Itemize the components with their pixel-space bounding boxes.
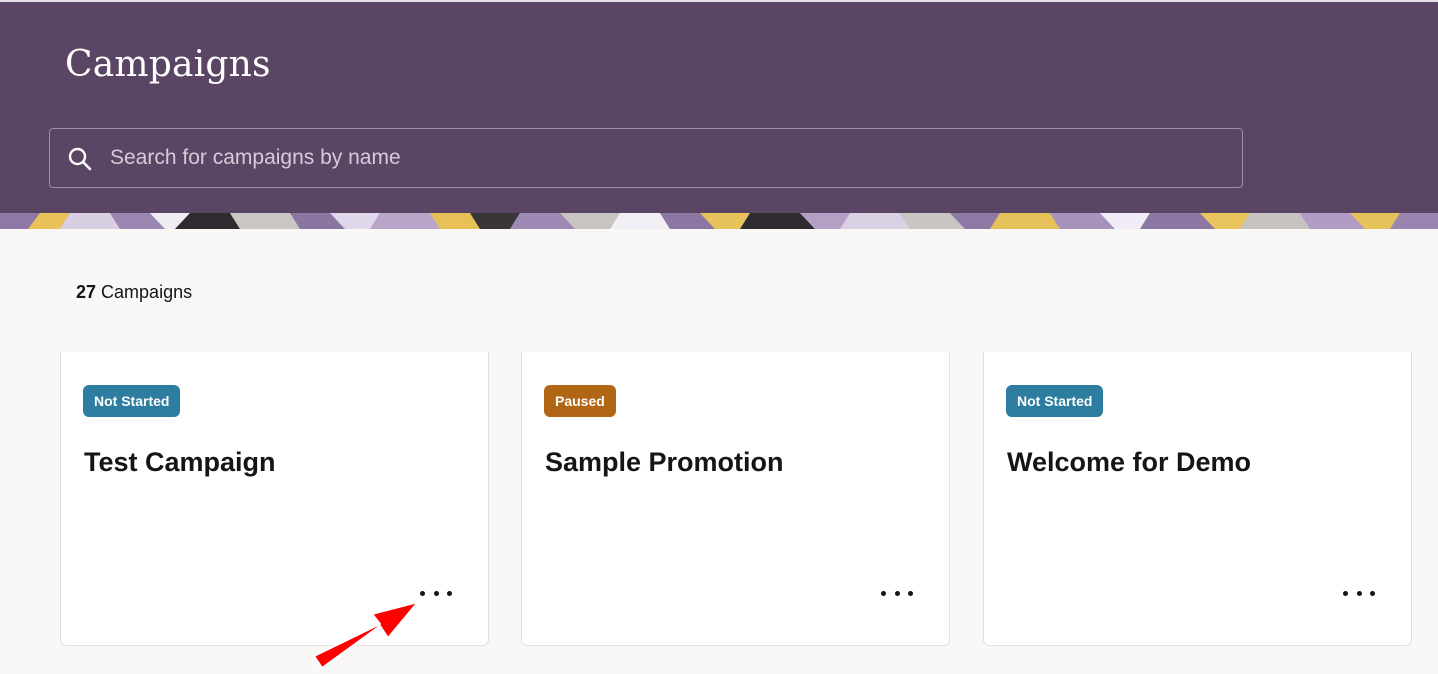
status-badge: Paused [544,385,616,417]
campaign-card[interactable]: Not Started Welcome for Demo [983,352,1412,646]
decorative-banner [0,213,1438,229]
ellipsis-icon [447,590,452,596]
ellipsis-icon [881,590,886,596]
campaign-title[interactable]: Sample Promotion [545,447,784,478]
ellipsis-icon [894,590,900,596]
search-input[interactable] [108,129,1228,187]
ellipsis-icon [1343,590,1348,596]
campaign-card[interactable]: Paused Sample Promotion [521,352,950,646]
search-icon [68,147,92,171]
campaign-count-label: Campaigns [101,282,193,302]
campaign-count-number: 27 [76,282,97,302]
campaign-title[interactable]: Test Campaign [84,447,276,478]
annotation-arrow-icon [313,601,419,669]
campaign-count: 27 Campaigns [76,282,192,303]
ellipsis-icon [908,590,913,596]
more-actions-button[interactable] [1343,581,1375,605]
ellipsis-icon [1370,590,1375,596]
status-badge: Not Started [83,385,181,417]
search-box[interactable] [49,128,1243,188]
page-header: Campaigns [0,0,1438,229]
ellipsis-icon [433,590,439,596]
page-title: Campaigns [65,44,271,85]
more-actions-button[interactable] [881,581,913,605]
ellipsis-icon [1356,590,1362,596]
campaign-title[interactable]: Welcome for Demo [1007,447,1251,478]
status-badge: Not Started [1006,385,1104,417]
